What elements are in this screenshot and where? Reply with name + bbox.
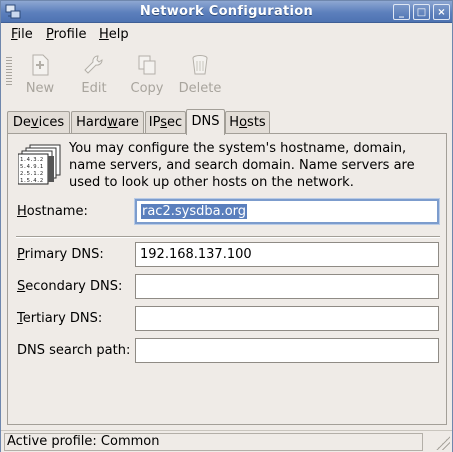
primary-dns-label: Primary DNS: <box>17 247 104 262</box>
tertiary-dns-label: Tertiary DNS: <box>17 311 103 326</box>
primary-dns-input[interactable]: 192.168.137.100 <box>135 242 439 267</box>
window-title: Network Configuration <box>139 4 314 19</box>
svg-text:1.4.3.2: 1.4.3.2 <box>20 157 43 163</box>
dns-description: You may configure the system's hostname,… <box>69 141 415 190</box>
toolbar-grip[interactable] <box>6 57 12 87</box>
separator <box>16 236 440 238</box>
svg-text:5.4.9.1: 5.4.9.1 <box>20 164 43 170</box>
new-button[interactable]: New <box>15 51 65 97</box>
svg-text:1.5.4.2: 1.5.4.2 <box>20 178 43 184</box>
delete-button[interactable]: Delete <box>175 51 225 97</box>
tab-hardware[interactable]: Hardware <box>71 111 144 134</box>
tab-hosts[interactable]: Hosts <box>225 111 270 134</box>
dns-cards-icon: 1.4.3.2 5.4.9.1 2.5.1.2 1.5.4.2 <box>18 144 61 185</box>
copy-icon <box>138 55 156 75</box>
resize-grip[interactable] <box>436 436 450 450</box>
hostname-label: Hostname: <box>17 204 88 219</box>
copy-label: Copy <box>130 81 164 96</box>
minimize-button[interactable]: _ <box>393 4 410 20</box>
secondary-dns-input[interactable] <box>135 274 439 299</box>
menu-profile[interactable]: Profile <box>46 27 86 42</box>
close-icon: × <box>437 6 446 18</box>
wrench-icon <box>84 55 103 74</box>
new-icon <box>32 54 49 76</box>
hostname-value: rac2.sysdba.org <box>141 204 248 219</box>
menu-help[interactable]: Help <box>99 27 129 42</box>
primary-dns-value: 192.168.137.100 <box>140 247 252 262</box>
menu-bar: File Profile Help <box>1 23 452 46</box>
dns-search-path-label: DNS search path: <box>17 343 131 358</box>
dns-panel: 1.4.3.2 5.4.9.1 2.5.1.2 1.5.4.2 You may … <box>7 133 447 425</box>
close-button[interactable]: × <box>433 4 450 20</box>
trash-icon <box>192 55 208 75</box>
title-bar[interactable]: Network Configuration _ □ × <box>1 1 452 23</box>
hostname-input[interactable]: rac2.sysdba.org <box>135 199 439 224</box>
tab-ipsec[interactable]: IPsec <box>145 111 186 134</box>
copy-button[interactable]: Copy <box>122 51 172 97</box>
delete-label: Delete <box>178 81 222 96</box>
secondary-dns-label: Secondary DNS: <box>17 279 123 294</box>
active-profile-status: Active profile: Common <box>4 433 423 451</box>
edit-button[interactable]: Edit <box>69 51 119 97</box>
tab-devices[interactable]: Devices <box>7 111 70 134</box>
status-bar: Active profile: Common <box>1 430 452 452</box>
tab-dns[interactable]: DNS <box>186 109 225 135</box>
toolbar: New Edit Copy Delete <box>1 47 452 99</box>
new-label: New <box>25 81 55 96</box>
maximize-icon: □ <box>416 6 427 18</box>
minimize-icon: _ <box>399 6 404 18</box>
svg-text:2.5.1.2: 2.5.1.2 <box>20 171 43 177</box>
edit-label: Edit <box>81 81 107 96</box>
network-configuration-window: Network Configuration _ □ × File Profile… <box>0 0 453 452</box>
maximize-button[interactable]: □ <box>413 4 430 20</box>
dns-search-path-input[interactable] <box>135 338 439 363</box>
menu-file[interactable]: File <box>11 27 33 42</box>
tertiary-dns-input[interactable] <box>135 306 439 331</box>
